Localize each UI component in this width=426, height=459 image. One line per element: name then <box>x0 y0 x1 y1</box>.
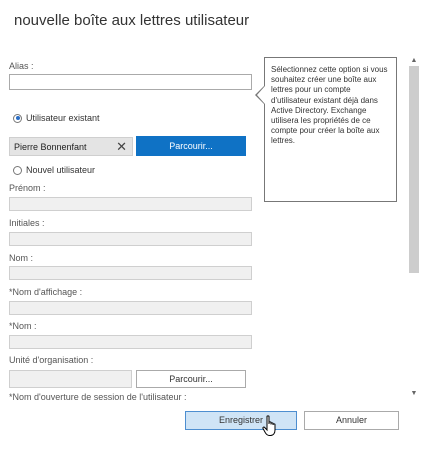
dialog-title: nouvelle boîte aux lettres utilisateur <box>14 12 250 29</box>
existing-user-label: Utilisateur existant <box>26 113 100 123</box>
name-input[interactable] <box>9 335 252 349</box>
scroll-up-icon[interactable]: ▲ <box>409 56 419 65</box>
existing-user-radio[interactable]: Utilisateur existant <box>13 113 100 123</box>
lastname-label: Nom : <box>9 253 34 263</box>
tooltip-arrow-fill <box>257 86 265 104</box>
radio-selected-icon <box>13 113 22 123</box>
lastname-input[interactable] <box>9 266 252 280</box>
help-tooltip: Sélectionnez cette option si vous souhai… <box>264 57 397 202</box>
selected-user-chip: Pierre Bonnenfant ✕ <box>9 137 133 156</box>
display-name-label: *Nom d'affichage : <box>9 287 83 297</box>
hand-cursor-icon <box>262 415 276 436</box>
new-user-radio[interactable]: Nouvel utilisateur <box>13 165 95 175</box>
save-button[interactable]: Enregistrer <box>185 411 297 430</box>
initials-input[interactable] <box>9 232 252 246</box>
selected-user-name: Pierre Bonnenfant <box>14 142 87 152</box>
initials-label: Initiales : <box>9 218 45 228</box>
firstname-input[interactable] <box>9 197 252 211</box>
ou-browse-button[interactable]: Parcourir... <box>136 370 246 388</box>
scroll-thumb[interactable] <box>409 66 419 273</box>
radio-unselected-icon <box>13 165 22 175</box>
firstname-label: Prénom : <box>9 183 46 193</box>
scroll-down-icon[interactable]: ▼ <box>409 389 419 398</box>
browse-user-button[interactable]: Parcourir... <box>136 136 246 156</box>
ou-label: Unité d'organisation : <box>9 355 94 365</box>
cancel-button[interactable]: Annuler <box>304 411 399 430</box>
alias-input[interactable] <box>9 74 252 90</box>
name-label: *Nom : <box>9 321 37 331</box>
logon-label: *Nom d'ouverture de session de l'utilisa… <box>9 392 187 400</box>
alias-label: Alias : <box>9 61 34 71</box>
new-user-label: Nouvel utilisateur <box>26 165 96 175</box>
display-name-input[interactable] <box>9 301 252 315</box>
tooltip-text: Sélectionnez cette option si vous souhai… <box>271 65 388 146</box>
ou-input[interactable] <box>9 370 132 388</box>
remove-user-icon[interactable]: ✕ <box>116 139 127 155</box>
